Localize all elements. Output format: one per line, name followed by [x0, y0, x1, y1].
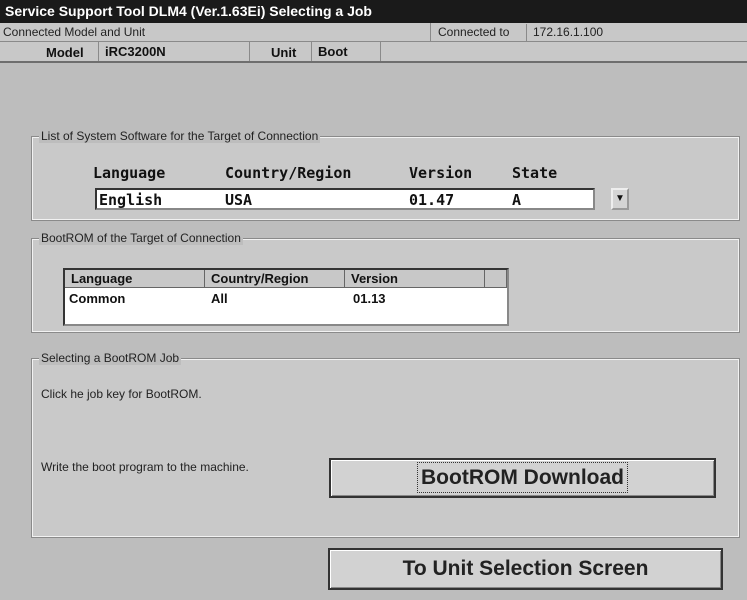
bootrom-job-legend: Selecting a BootROM Job — [39, 351, 182, 365]
bootrom-download-label: BootROM Download — [417, 462, 628, 493]
system-software-select[interactable]: English USA 01.47 A — [95, 188, 595, 210]
ip-address-value: 172.16.1.100 — [526, 24, 747, 41]
title-bar: Service Support Tool DLM4 (Ver.1.63Ei) S… — [0, 0, 747, 23]
sw-version-value: 01.47 — [409, 191, 455, 209]
model-label: Model — [46, 45, 84, 60]
unit-label: Unit — [271, 45, 297, 60]
bootrom-header-country: Country/Region — [205, 270, 345, 288]
bootrom-group: BootROM of the Target of Connection Lang… — [31, 231, 740, 333]
bootrom-legend: BootROM of the Target of Connection — [39, 231, 243, 245]
bootrom-header-filler — [485, 270, 507, 288]
bootrom-row-language: Common — [69, 291, 126, 306]
sw-header-country: Country/Region — [225, 164, 352, 182]
bootrom-download-button[interactable]: BootROM Download — [329, 458, 716, 498]
bootrom-header-version: Version — [345, 270, 485, 288]
window-title: Service Support Tool DLM4 (Ver.1.63Ei) S… — [5, 3, 372, 19]
bootrom-row-version: 01.13 — [353, 291, 386, 306]
sw-header-version: Version — [409, 164, 473, 182]
connection-info-bar: Connected Model and Unit Connected to 17… — [0, 23, 747, 42]
job-instruction-text: Click he job key for BootROM. — [41, 387, 202, 401]
connected-model-label: Connected Model and Unit — [3, 25, 146, 39]
sw-country-value: USA — [225, 191, 253, 209]
dropdown-arrow-icon[interactable]: ▼ — [611, 188, 629, 210]
sw-language-value: English — [99, 191, 163, 209]
unit-selection-label: To Unit Selection Screen — [402, 557, 649, 580]
system-software-legend: List of System Software for the Target o… — [39, 129, 321, 143]
system-software-group: List of System Software for the Target o… — [31, 129, 740, 221]
connected-to-label: Connected to — [438, 25, 510, 39]
model-value: iRC3200N — [98, 42, 250, 61]
model-unit-bar: Model iRC3200N Unit Boot — [0, 42, 747, 63]
bootrom-job-group: Selecting a BootROM Job Click he job key… — [31, 351, 740, 538]
sw-header-state: State — [512, 164, 558, 182]
bootrom-header-language: Language — [65, 270, 205, 288]
write-boot-text: Write the boot program to the machine. — [41, 460, 249, 474]
unit-value: Boot — [311, 42, 381, 61]
sw-state-value: A — [512, 191, 522, 209]
sw-header-language: Language — [93, 164, 166, 182]
bootrom-table: Language Country/Region Version Common A… — [63, 268, 509, 326]
unit-selection-button[interactable]: To Unit Selection Screen — [328, 548, 723, 590]
divider — [430, 23, 431, 42]
bootrom-row-country: All — [211, 291, 228, 306]
